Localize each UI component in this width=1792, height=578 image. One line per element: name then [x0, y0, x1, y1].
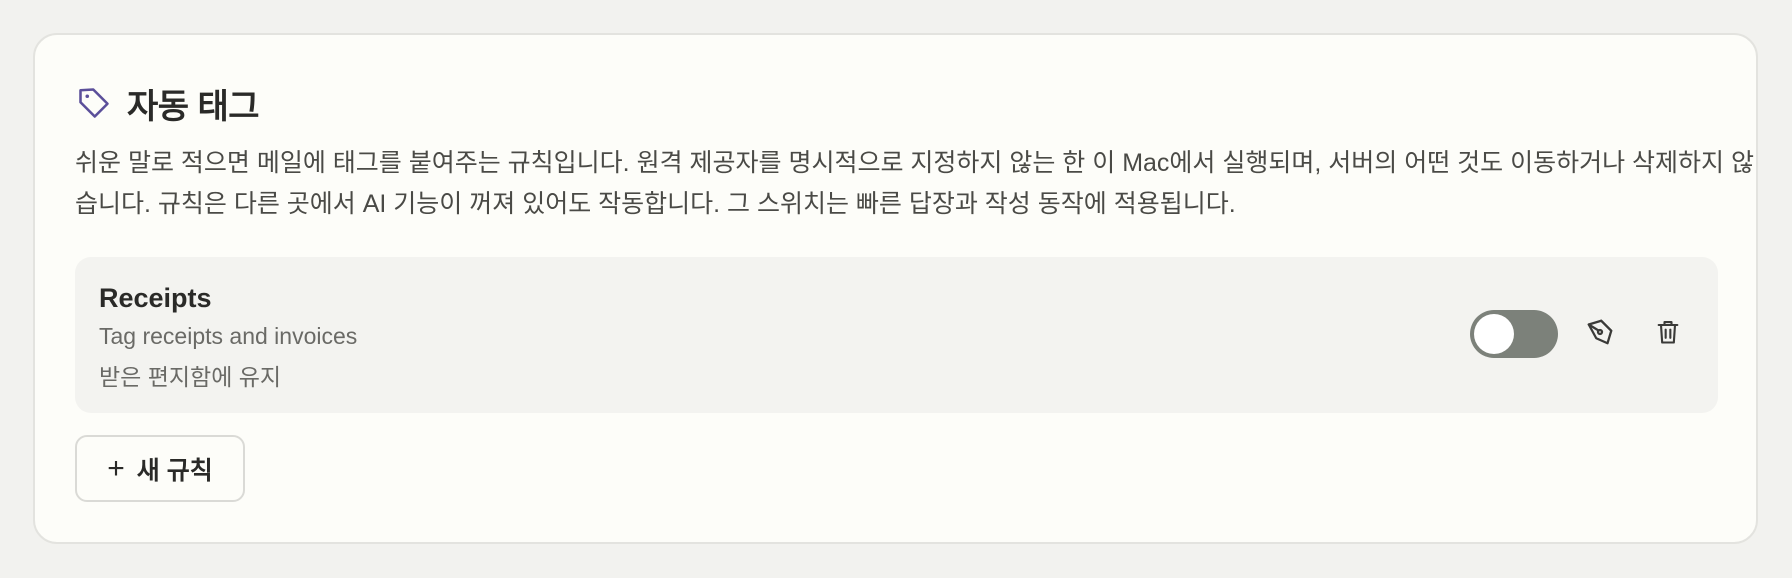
tag-icon — [75, 84, 113, 122]
plus-icon: + — [107, 451, 125, 485]
new-rule-label: 새 규칙 — [136, 456, 213, 485]
section-description: 쉬운 말로 적으면 메일에 태그를 붙여주는 규칙입니다. 원격 제공자를 명시… — [75, 149, 1754, 218]
section-title: 자동 태그 — [127, 87, 260, 126]
rule-name: Receipts — [99, 283, 212, 313]
rule-action: 받은 편지함에 유지 — [99, 364, 282, 390]
rule-row: Receipts Tag receipts and invoices 받은 편지… — [75, 257, 1718, 413]
section-header: 자동 태그 — [75, 75, 260, 131]
toggle-knob — [1474, 314, 1514, 354]
edit-rule-button[interactable] — [1578, 312, 1622, 356]
rule-enabled-toggle[interactable] — [1470, 310, 1558, 358]
new-rule-button[interactable]: + 새 규칙 — [75, 435, 245, 502]
delete-rule-button[interactable] — [1646, 312, 1690, 356]
pen-icon — [1585, 317, 1615, 352]
auto-tag-card: 자동 태그 쉬운 말로 적으면 메일에 태그를 붙여주는 규칙입니다. 원격 제… — [33, 33, 1758, 544]
trash-icon — [1654, 318, 1682, 351]
rule-description: Tag receipts and invoices — [99, 323, 358, 349]
